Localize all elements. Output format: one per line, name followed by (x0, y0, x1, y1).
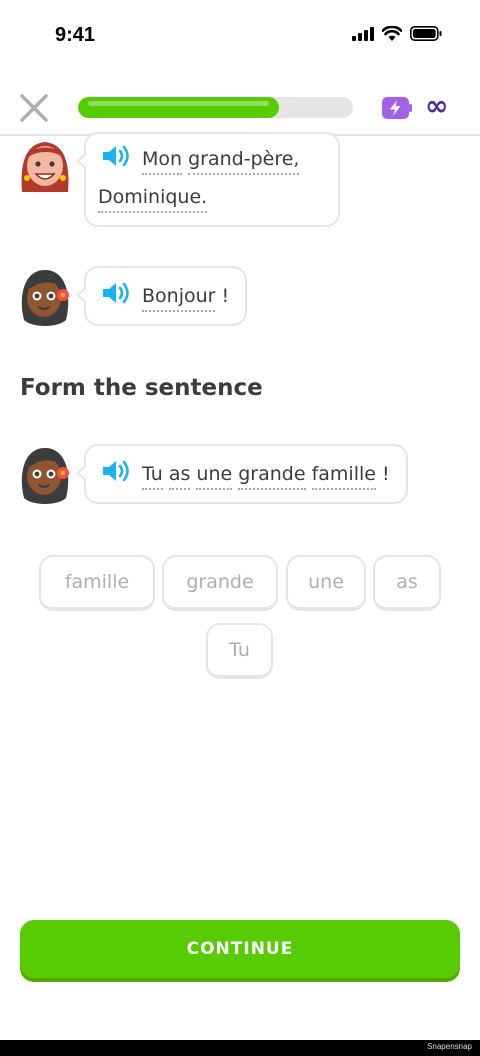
prompt-message: Tu as une grande famille ! (18, 444, 408, 504)
word: ! (382, 463, 390, 485)
word[interactable]: grande (238, 460, 306, 490)
message-bubble: Bonjour ! (75, 266, 248, 326)
status-time: 9:41 (55, 24, 96, 46)
word[interactable]: Tu (142, 460, 163, 490)
word-tile[interactable]: grande (162, 555, 278, 611)
woman-dark-hair-flower-avatar (21, 270, 69, 326)
word-tile[interactable]: Tu (206, 623, 273, 679)
word[interactable]: Mon (142, 145, 183, 175)
lesson-header: ∞ (0, 84, 480, 136)
bottom-strip (0, 1040, 480, 1056)
battery-icon (410, 26, 442, 41)
word[interactable]: as (168, 460, 191, 490)
word-tile[interactable]: famille (39, 555, 155, 611)
word: ! (221, 285, 230, 307)
close-button[interactable] (18, 92, 50, 124)
woman-red-hair-avatar (21, 142, 69, 192)
woman-dark-hair-flower-avatar (21, 448, 69, 504)
status-icons (352, 26, 442, 41)
signal-icon (352, 26, 374, 41)
word[interactable]: grand-père, (188, 145, 300, 175)
message-text: Bonjour ! (142, 277, 229, 315)
speaker-icon[interactable] (100, 459, 130, 483)
word[interactable]: famille (311, 460, 376, 490)
message-bubble: Mon grand-père, Dominique. (76, 132, 340, 227)
status-bar: 9:41 (0, 0, 480, 72)
speaker-icon[interactable] (100, 144, 130, 168)
lesson-progress-fill (78, 97, 279, 118)
chat-message-1: Mon grand-père, Dominique. (18, 132, 340, 227)
close-icon (20, 94, 48, 122)
energy-indicator[interactable]: ∞ (381, 92, 448, 120)
wifi-icon (382, 26, 402, 41)
message-text: Mon grand-père, Dominique. (98, 140, 322, 216)
energy-battery-icon (382, 97, 412, 119)
chat-message-2: Bonjour ! (18, 266, 248, 326)
section-title: Form the sentence (20, 375, 263, 401)
prompt-bubble: Tu as une grande famille ! (76, 444, 408, 504)
watermark: Snapensnap (427, 1042, 472, 1051)
speaker-icon[interactable] (100, 281, 130, 305)
lesson-progress-bar (78, 97, 353, 118)
word[interactable]: Dominique. (98, 183, 208, 213)
word[interactable]: une (196, 460, 233, 490)
word-tile[interactable]: une (286, 555, 366, 611)
energy-infinity-value: ∞ (425, 89, 449, 122)
continue-button[interactable]: CONTINUE (20, 920, 460, 978)
prompt-text: Tu as une grande famille ! (142, 455, 390, 493)
word[interactable]: Bonjour (142, 282, 216, 312)
word-tile[interactable]: as (373, 555, 441, 611)
